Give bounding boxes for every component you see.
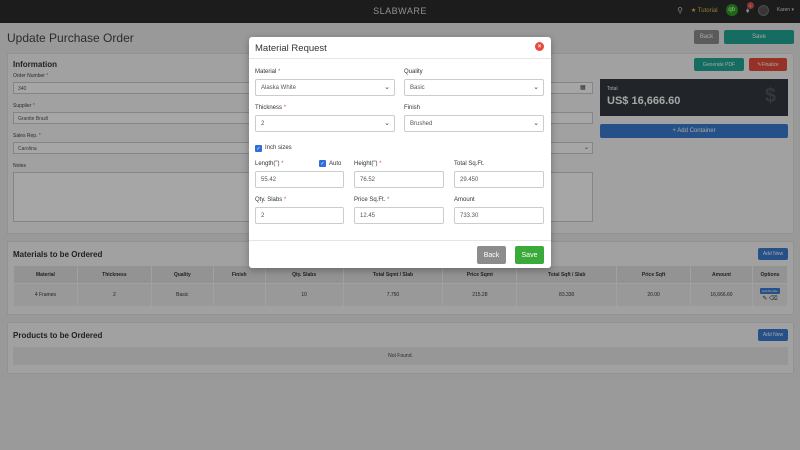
- thickness-value: 2: [261, 121, 265, 127]
- modal-title: Material Request: [255, 43, 327, 54]
- qty-slabs-label: Qty. Slabs *: [255, 197, 287, 203]
- price-sqft-label: Price Sq.Ft. *: [354, 197, 390, 203]
- chevron-down-icon: ⌄: [384, 120, 390, 127]
- quality-label: Quality: [404, 69, 423, 75]
- length-input[interactable]: 55.42: [255, 171, 344, 188]
- material-value: Alaska White: [261, 85, 297, 91]
- amount-input[interactable]: 733.30: [454, 207, 544, 224]
- quality-value: Basic: [410, 85, 425, 91]
- modal-save-button[interactable]: Save: [515, 246, 544, 264]
- amount-label: Amount: [454, 197, 475, 203]
- thickness-select[interactable]: 2 ⌄: [255, 115, 395, 132]
- modal-back-button[interactable]: Back: [477, 246, 506, 264]
- material-select[interactable]: Alaska White ⌄: [255, 79, 395, 96]
- height-label-text: Height("): [354, 161, 378, 167]
- price-sqft-label-text: Price Sq.Ft.: [354, 197, 386, 203]
- quality-select[interactable]: Basic ⌄: [404, 79, 544, 96]
- finish-label: Finish: [404, 105, 421, 111]
- total-sqft-label: Total Sq.Ft.: [454, 161, 485, 167]
- length-label: Length(") *: [255, 161, 284, 167]
- height-label: Height(") *: [354, 161, 382, 167]
- thickness-label-text: Thickness: [255, 105, 283, 111]
- modal-header-divider: [249, 58, 551, 59]
- qty-slabs-label-text: Qty. Slabs: [255, 197, 283, 203]
- material-label: Material *: [255, 69, 281, 75]
- thickness-label: Thickness *: [255, 105, 287, 111]
- finish-select[interactable]: Brushed ⌄: [404, 115, 544, 132]
- price-sqft-input[interactable]: 12.45: [354, 207, 444, 224]
- close-icon[interactable]: ×: [535, 42, 544, 51]
- chevron-down-icon: ⌄: [384, 84, 390, 91]
- total-sqft-input[interactable]: 29.450: [454, 171, 544, 188]
- inch-sizes-checkbox[interactable]: ✓: [255, 145, 262, 152]
- qty-slabs-input[interactable]: 2: [255, 207, 344, 224]
- height-input[interactable]: 76.52: [354, 171, 444, 188]
- material-label-text: Material: [255, 69, 277, 75]
- length-label-text: Length("): [255, 161, 280, 167]
- auto-checkbox[interactable]: ✓: [319, 160, 326, 167]
- material-request-modal: Material Request × Material * Alaska Whi…: [249, 37, 551, 268]
- inch-sizes-label: Inch sizes: [265, 145, 292, 151]
- auto-label: Auto: [329, 161, 342, 167]
- modal-footer-divider: [249, 240, 551, 241]
- finish-value: Brushed: [410, 121, 433, 127]
- chevron-down-icon: ⌄: [533, 84, 539, 91]
- chevron-down-icon: ⌄: [533, 120, 539, 127]
